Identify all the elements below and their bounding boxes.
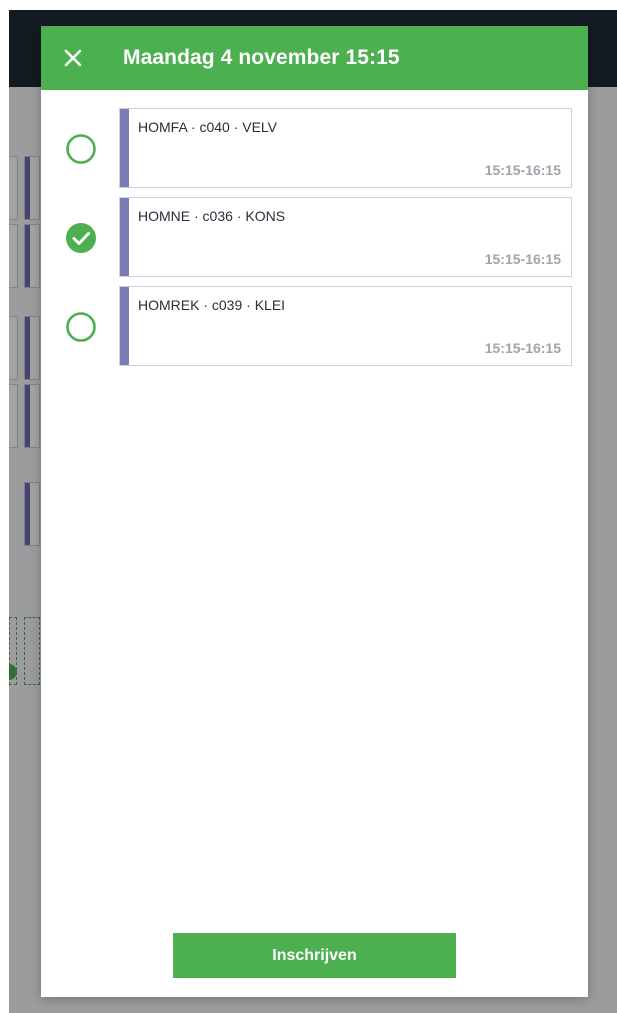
submit-button[interactable]: Inschrijven bbox=[173, 933, 456, 978]
card-accent bbox=[120, 287, 129, 365]
page-margin bbox=[0, 0, 617, 10]
close-icon bbox=[64, 49, 82, 67]
radio-empty-icon bbox=[66, 312, 96, 342]
radio-unchecked[interactable] bbox=[65, 311, 97, 343]
option-time: 15:15-16:15 bbox=[484, 251, 561, 267]
option-label: HOMFA · c040 · VELV bbox=[138, 119, 278, 135]
option-time: 15:15-16:15 bbox=[484, 162, 561, 178]
option-label: HOMNE · c036 · KONS bbox=[138, 208, 286, 224]
close-button[interactable] bbox=[41, 26, 105, 90]
dialog-title: Maandag 4 november 15:15 bbox=[123, 46, 400, 69]
dialog-header: Maandag 4 november 15:15 bbox=[41, 26, 588, 90]
list-item: HOMREK · c039 · KLEI 15:15-16:15 bbox=[41, 286, 588, 375]
option-time: 15:15-16:15 bbox=[484, 340, 561, 356]
card-accent bbox=[120, 109, 129, 187]
radio-checked[interactable] bbox=[65, 222, 97, 254]
list-item: HOMNE · c036 · KONS 15:15-16:15 bbox=[41, 197, 588, 286]
option-card[interactable]: HOMNE · c036 · KONS 15:15-16:15 bbox=[119, 197, 572, 277]
page-margin bbox=[0, 0, 9, 1013]
option-list: HOMFA · c040 · VELV 15:15-16:15 HOMNE · … bbox=[41, 108, 588, 375]
option-card[interactable]: HOMFA · c040 · VELV 15:15-16:15 bbox=[119, 108, 572, 188]
radio-empty-icon bbox=[66, 134, 96, 164]
radio-unchecked[interactable] bbox=[65, 133, 97, 165]
option-label: HOMREK · c039 · KLEI bbox=[138, 297, 286, 313]
check-circle-icon bbox=[66, 223, 96, 253]
option-card[interactable]: HOMREK · c039 · KLEI 15:15-16:15 bbox=[119, 286, 572, 366]
card-accent bbox=[120, 198, 129, 276]
list-item: HOMFA · c040 · VELV 15:15-16:15 bbox=[41, 108, 588, 197]
signup-dialog: Maandag 4 november 15:15 HOMFA · c040 · … bbox=[41, 26, 588, 997]
